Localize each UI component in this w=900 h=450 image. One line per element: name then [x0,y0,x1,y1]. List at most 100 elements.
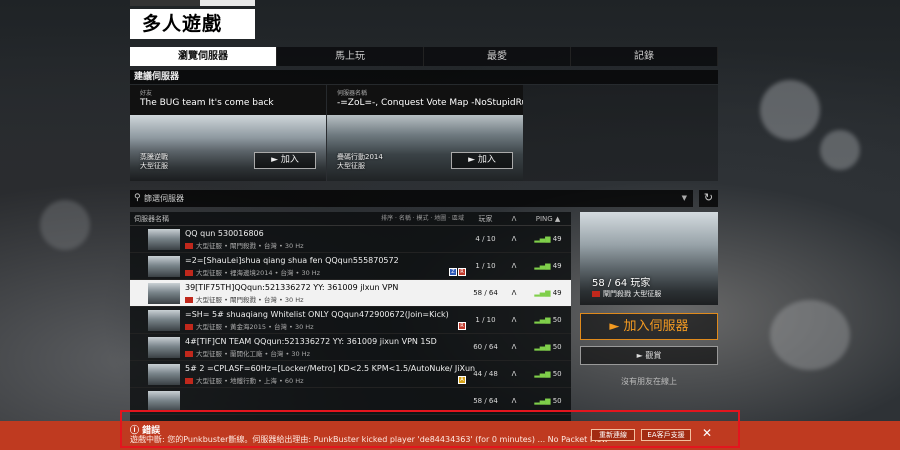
region-flag-icon [185,324,193,330]
server-badge-icon: A [458,376,466,384]
join-server-button[interactable]: ► 加入伺服器 [580,313,718,340]
map-thumbnail [148,391,180,412]
server-detail: 大型征服 • 閘門殺戮 • 台灣 • 30 Hz [185,294,304,304]
recommended-card[interactable]: 好友 The BUG team It's come back 蒸騰逆戰 大型征服 … [130,85,326,181]
server-name: QQ qun 530016806 [185,229,264,238]
region-flag-icon [185,243,193,249]
spectate-button[interactable]: ► 觀賞 [580,346,718,365]
column-players[interactable]: 玩家 [468,212,503,225]
column-mode[interactable]: ᐱ [503,212,525,225]
preview-player-count: 58 / 64 玩家 [592,278,651,289]
map-thumbnail [130,115,326,181]
server-name: The BUG team It's come back [140,98,274,108]
ping-value: ▂▄▆ 50 [534,343,562,351]
tab-history[interactable]: 記錄 [571,47,718,66]
mode-icon: ᐱ [511,316,517,324]
tab-bar: 瀏覽伺服器 馬上玩 最愛 記錄 [130,47,718,66]
ping-value: ▂▄▆ 49 [534,235,562,243]
background-bokeh [820,130,860,170]
server-row[interactable]: 4#[TIF]CN TEAM QQqun:521336272 YY: 36100… [130,334,571,361]
map-thumbnail [148,229,180,250]
server-name: -=ZoL=-, Conquest Vote Map -NoStupidRule… [337,98,523,108]
mode-icon: ᐱ [511,289,517,297]
map-thumbnail [148,337,180,358]
server-info: 4#[TIF]CN TEAM QQqun:521336272 YY: 36100… [130,334,468,360]
signal-icon: ▂▄▆ [534,343,553,351]
player-count: 4 / 10 [475,235,496,243]
server-row[interactable]: =2=[ShauLei]shua qiang shua fen QQqun555… [130,253,571,280]
card-subtitle: 好友 [140,90,153,97]
region-flag-icon [185,297,193,303]
mode-icon: ᐱ [511,343,517,351]
sort-filters[interactable]: 排序 · 名稱 · 模式 · 地圖 · 區域 [381,212,464,226]
server-preview-image: 58 / 64 玩家 閘門殺戮 大型征服 [580,212,718,305]
server-info: =SH= 5# shuaqiang Whitelist ONLY QQqun47… [130,307,468,333]
signal-icon: ▂▄▆ [534,316,553,324]
server-info: 5# 2 =CPLASF=60Hz=[Locker/Metro] KD<2.5 … [130,361,475,387]
signal-icon: ▂▄▆ [534,235,553,243]
server-list-header: 伺服器名稱 排序 · 名稱 · 模式 · 地圖 · 區域 玩家 ᐱ PING ▲ [130,212,571,226]
map-thumbnail [148,283,180,304]
server-badge-icon: R [458,268,466,276]
background-bokeh [770,300,850,370]
ping-value: ▂▄▆ 50 [534,316,562,324]
server-row[interactable]: QQ qun 530016806 大型征服 • 閘門殺戮 • 台灣 • 30 Hz… [130,226,571,253]
signal-icon: ▂▄▆ [534,370,553,378]
recommended-card[interactable]: 伺服器名稱 -=ZoL=-, Conquest Vote Map -NoStup… [327,85,523,181]
refresh-icon[interactable]: ↻ [699,190,718,207]
top-strip-dark [130,0,200,6]
server-row[interactable]: 39[TIF75TH]QQqun:521336272 YY: 361009 jl… [130,280,571,307]
server-info: 39[TIF75TH]QQqun:521336272 YY: 361009 jl… [130,280,468,306]
tab-quick-match[interactable]: 馬上玩 [277,47,424,66]
server-name: 5# 2 =CPLASF=60Hz=[Locker/Metro] KD<2.5 … [185,364,476,373]
mode-icon: ᐱ [511,262,517,270]
player-count: 1 / 10 [475,316,496,324]
server-detail: 大型征服 • 裡海邊境2014 • 台灣 • 30 Hz [185,267,320,277]
server-badge-icon: Z [449,268,457,276]
recommended-empty-slot [523,85,718,181]
server-info: =2=[ShauLei]shua qiang shua fen QQqun555… [130,253,468,279]
ping-value: ▂▄▆ 49 [534,262,562,270]
tab-browse-servers[interactable]: 瀏覽伺服器 [130,47,277,66]
background-bokeh [40,200,90,250]
region-flag-icon [185,270,193,276]
ping-value: ▂▄▆ 50 [534,370,562,378]
server-info: QQ qun 530016806 大型征服 • 閘門殺戮 • 台灣 • 30 Hz [130,226,468,252]
server-name: 4#[TIF]CN TEAM QQqun:521336272 YY: 36100… [185,337,437,346]
region-flag-icon [185,378,193,384]
server-list: 伺服器名稱 排序 · 名稱 · 模式 · 地圖 · 區域 玩家 ᐱ PING ▲ … [130,212,571,422]
map-thumbnail [148,310,180,331]
mode-icon: ᐱ [511,370,517,378]
server-name: =SH= 5# shuaqiang Whitelist ONLY QQqun47… [185,310,449,319]
card-subtitle: 伺服器名稱 [337,90,368,97]
region-flag-icon [185,351,193,357]
signal-icon: ▂▄▆ [534,262,553,270]
player-count: 58 / 64 [473,289,498,297]
error-highlight-outline [120,410,740,448]
player-count: 60 / 64 [473,343,498,351]
mode-label: 蒸騰逆戰 大型征服 [140,153,168,170]
server-filter-input[interactable]: ⚲ 篩選伺服器 ▼ [130,190,693,207]
map-thumbnail [148,364,180,385]
join-button[interactable]: ► 加入 [451,152,513,169]
mode-label: 疊碼行動2014 大型征服 [337,153,383,170]
server-row[interactable]: =SH= 5# shuaqiang Whitelist ONLY QQqun47… [130,307,571,334]
search-placeholder: 篩選伺服器 [144,194,184,203]
server-row[interactable]: 5# 2 =CPLASF=60Hz=[Locker/Metro] KD<2.5 … [130,361,571,388]
preview-mode: 閘門殺戮 大型征服 [592,289,661,299]
mode-icon: ᐱ [511,235,517,243]
signal-icon: ▂▄▆ [534,397,553,405]
page-title: 多人遊戲 [130,9,255,39]
background-bokeh [760,80,820,140]
tab-favorites[interactable]: 最愛 [424,47,571,66]
column-ping[interactable]: PING ▲ [525,212,571,225]
chevron-down-icon[interactable]: ▼ [682,190,687,207]
column-name[interactable]: 伺服器名稱 排序 · 名稱 · 模式 · 地圖 · 區域 [130,212,468,225]
map-thumbnail [327,115,523,181]
server-detail: 大型征服 • 黃金海2015 • 台灣 • 30 Hz [185,321,314,331]
server-badge-icon: R [458,322,466,330]
server-detail: 大型征服 • 地鐵行動 • 上海 • 60 Hz [185,375,304,385]
join-button[interactable]: ► 加入 [254,152,316,169]
recommended-section-title: 建議伺服器 [130,70,718,84]
map-thumbnail [148,256,180,277]
